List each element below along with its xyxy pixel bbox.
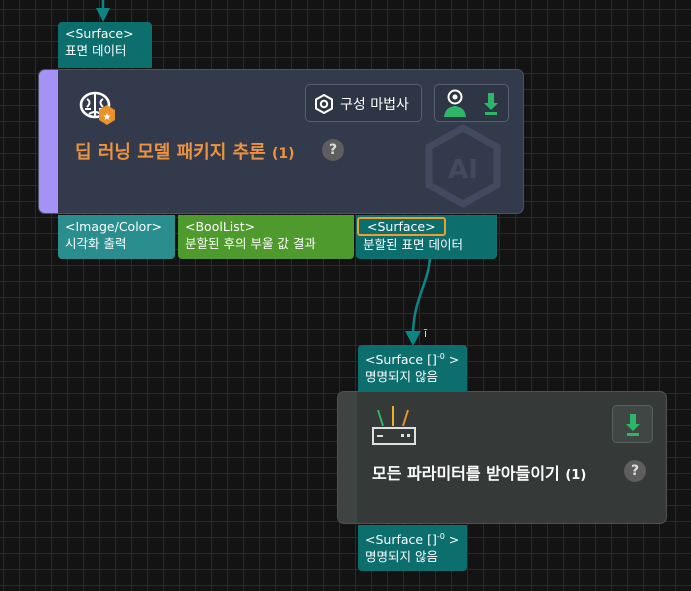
port-type: <Surface []-0 > [365, 528, 460, 548]
surface-connection [411, 257, 432, 336]
node-title-count: (1) [271, 146, 295, 162]
port-type-suffix: > [444, 352, 460, 368]
port-label: 분할된 표면 데이터 [363, 237, 463, 252]
output-port-boollist[interactable]: <BoolList> 분할된 후의 부울 값 결과 [178, 215, 354, 259]
node-title: 모든 파라미터를 받아들이기 (1) [372, 460, 586, 484]
configure-wizard-label: 구성 마법사 [340, 97, 409, 113]
output-port-surface-array[interactable]: <Surface []-0 > 명명되지 않음 [358, 525, 467, 571]
output-port-surface[interactable]: <Surface> 분할된 표면 데이터 [356, 215, 497, 259]
port-type-sup: -0 [436, 532, 445, 541]
help-button[interactable]: ? [624, 460, 646, 482]
ai-watermark-icon: AI [421, 118, 505, 209]
surface-connection-arrow [405, 331, 421, 346]
port-type: <Surface> [357, 217, 446, 236]
input-port-surface-array[interactable]: <Surface []-0 > 명명되지 않음 [358, 345, 467, 391]
node-title: 딥 러닝 모델 패키지 추론 (1) [75, 138, 295, 164]
port-type: <Image/Color> [65, 219, 162, 234]
port-type: <Surface> [65, 26, 134, 41]
visualization-toggle-button[interactable] [434, 84, 509, 122]
settings-hexagon-icon [315, 94, 333, 114]
deep-learning-node[interactable]: ★ AI 구성 마법사 딥 러닝 모델 패키지 추론 (1) ? [38, 69, 524, 214]
node-title-count: (1) [565, 468, 587, 483]
port-label: 시각화 출력 [65, 236, 127, 251]
output-port-image-color[interactable]: <Image/Color> 시각화 출력 [58, 215, 175, 259]
port-type: <Surface []-0 > [365, 348, 460, 368]
configure-wizard-button[interactable]: 구성 마법사 [305, 84, 422, 122]
port-label: 명명되지 않음 [365, 549, 438, 565]
connection-marker: ī [424, 327, 428, 340]
receive-parameters-node[interactable]: 모든 파라미터를 받아들이기 (1) ? [337, 391, 667, 524]
port-type-text: <Surface [] [365, 532, 437, 548]
port-type: <BoolList> [185, 219, 256, 234]
node-title-text: 모든 파라미터를 받아들이기 [372, 464, 560, 483]
node-accent-bar [39, 70, 58, 213]
download-arrow-icon [626, 414, 640, 436]
download-arrow-icon [484, 93, 498, 115]
port-label: 표면 데이터 [65, 43, 127, 58]
input-port-surface[interactable]: <Surface> 표면 데이터 [58, 22, 152, 68]
brain-icon: ★ [79, 89, 119, 125]
svg-text:★: ★ [103, 112, 112, 123]
eye-user-icon [444, 89, 466, 117]
watermark-text: AI [448, 155, 478, 185]
router-icon [371, 404, 417, 446]
port-type-suffix: > [444, 532, 460, 548]
port-label: 분할된 후의 부울 값 결과 [185, 236, 316, 251]
download-button[interactable] [612, 405, 653, 443]
port-label: 명명되지 않음 [365, 369, 438, 385]
port-type-sup: -0 [436, 352, 445, 361]
node-title-text: 딥 러닝 모델 패키지 추론 [75, 142, 266, 163]
help-button[interactable]: ? [322, 139, 344, 161]
top-connection-arrow [96, 8, 110, 22]
port-type-text: <Surface [] [365, 352, 437, 368]
node-accent-bar [338, 392, 357, 523]
